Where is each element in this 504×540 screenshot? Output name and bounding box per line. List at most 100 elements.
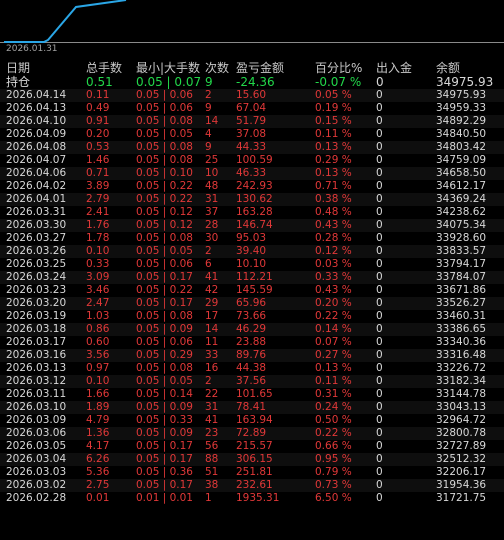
holding-label: 持仓 xyxy=(6,75,31,89)
holding-min-max: 0.05 | 0.07 xyxy=(136,75,202,89)
row-date: 2026.04.02 xyxy=(6,180,67,192)
row-pnl: 112.21 xyxy=(236,271,273,283)
row-min-max-lots: 0.05 | 0.17 xyxy=(136,440,193,452)
row-pnl: 65.96 xyxy=(236,297,267,309)
row-min-max-lots: 0.05 | 0.06 xyxy=(136,89,193,101)
row-min-max-lots: 0.05 | 0.08 xyxy=(136,115,193,127)
table-row: 2026.04.08 0.53 0.05 | 0.08 9 44.33 0.13 % 0 34… xyxy=(0,141,504,154)
row-deposit-withdraw: 0 xyxy=(376,336,383,348)
row-date: 2026.03.03 xyxy=(6,466,67,478)
row-date: 2026.04.08 xyxy=(6,141,67,153)
row-pnl: 95.03 xyxy=(236,232,267,244)
row-pnl: 46.33 xyxy=(236,167,267,179)
row-percent: 0.12 % xyxy=(315,245,352,257)
row-deposit-withdraw: 0 xyxy=(376,193,383,205)
row-total-lots: 0.33 xyxy=(86,258,110,270)
row-pnl: 163.94 xyxy=(236,414,273,426)
row-percent: 0.71 % xyxy=(315,180,352,192)
row-percent: 0.48 % xyxy=(315,206,352,218)
row-pnl: 306.15 xyxy=(236,453,273,465)
row-deposit-withdraw: 0 xyxy=(376,258,383,270)
row-count: 1 xyxy=(205,492,212,504)
holding-lots: 0.51 xyxy=(86,75,113,89)
row-deposit-withdraw: 0 xyxy=(376,297,383,309)
row-pnl: 39.40 xyxy=(236,245,267,257)
row-date: 2026.03.20 xyxy=(6,297,67,309)
row-total-lots: 1.78 xyxy=(86,232,110,244)
table-header: 日期 总手数 最小|大手数 次数 盈亏金额 百分比% 出入金 余额 xyxy=(0,61,504,75)
row-pnl: 130.62 xyxy=(236,193,273,205)
row-percent: 0.29 % xyxy=(315,154,352,166)
row-pnl: 73.66 xyxy=(236,310,267,322)
row-date: 2026.03.11 xyxy=(6,388,67,400)
row-min-max-lots: 0.05 | 0.17 xyxy=(136,479,193,491)
row-count: 9 xyxy=(205,141,212,153)
row-pnl: 46.29 xyxy=(236,323,267,335)
table-row: 2026.04.13 0.49 0.05 | 0.06 9 67.04 0.19 % 0 34… xyxy=(0,102,504,115)
header-date: 日期 xyxy=(6,61,31,75)
row-count: 25 xyxy=(205,154,219,166)
row-min-max-lots: 0.05 | 0.12 xyxy=(136,206,193,218)
row-min-max-lots: 0.05 | 0.22 xyxy=(136,193,193,205)
row-total-lots: 0.10 xyxy=(86,375,110,387)
row-balance: 34658.50 xyxy=(436,167,487,179)
row-total-lots: 0.10 xyxy=(86,245,110,257)
row-min-max-lots: 0.05 | 0.08 xyxy=(136,154,193,166)
row-pnl: 89.76 xyxy=(236,349,267,361)
row-pnl: 37.08 xyxy=(236,128,267,140)
row-pnl: 146.74 xyxy=(236,219,273,231)
row-min-max-lots: 0.05 | 0.05 xyxy=(136,245,193,257)
table-row: 2026.03.20 2.47 0.05 | 0.17 29 65.96 0.20 % 0 3… xyxy=(0,297,504,310)
row-min-max-lots: 0.05 | 0.08 xyxy=(136,310,193,322)
table-row: 2026.03.06 1.36 0.05 | 0.09 23 72.89 0.22 % 0 3… xyxy=(0,427,504,440)
row-date: 2026.04.09 xyxy=(6,128,67,140)
row-total-lots: 1.76 xyxy=(86,219,110,231)
row-count: 38 xyxy=(205,479,219,491)
row-count: 41 xyxy=(205,414,219,426)
row-deposit-withdraw: 0 xyxy=(376,115,383,127)
header-min-max-lots: 最小|大手数 xyxy=(136,61,201,75)
row-min-max-lots: 0.05 | 0.06 xyxy=(136,102,193,114)
row-percent: 0.22 % xyxy=(315,427,352,439)
row-balance: 31954.36 xyxy=(436,479,487,491)
header-balance: 余额 xyxy=(436,61,461,75)
row-deposit-withdraw: 0 xyxy=(376,245,383,257)
row-percent: 0.43 % xyxy=(315,284,352,296)
row-count: 88 xyxy=(205,453,219,465)
table-row: 2026.03.25 0.33 0.05 | 0.06 6 10.10 0.03 % 0 33… xyxy=(0,258,504,271)
row-percent: 0.79 % xyxy=(315,466,352,478)
row-deposit-withdraw: 0 xyxy=(376,206,383,218)
row-percent: 0.13 % xyxy=(315,167,352,179)
row-min-max-lots: 0.05 | 0.22 xyxy=(136,284,193,296)
table-row: 2026.04.07 1.46 0.05 | 0.08 25 100.59 0.29 % 0… xyxy=(0,154,504,167)
row-count: 30 xyxy=(205,232,219,244)
row-balance: 33043.13 xyxy=(436,401,487,413)
row-total-lots: 0.01 xyxy=(86,492,110,504)
row-total-lots: 0.97 xyxy=(86,362,110,374)
daily-rows: 2026.04.14 0.11 0.05 | 0.06 2 15.60 0.05 % 0 34… xyxy=(0,89,504,505)
row-percent: 0.11 % xyxy=(315,375,352,387)
row-min-max-lots: 0.05 | 0.14 xyxy=(136,388,193,400)
header-count: 次数 xyxy=(205,61,230,75)
row-deposit-withdraw: 0 xyxy=(376,362,383,374)
row-balance: 34238.62 xyxy=(436,206,487,218)
row-total-lots: 0.86 xyxy=(86,323,110,335)
row-deposit-withdraw: 0 xyxy=(376,492,383,504)
daily-stats-table: 日期 总手数 最小|大手数 次数 盈亏金额 百分比% 出入金 余额 持仓 0.5… xyxy=(0,61,504,505)
row-min-max-lots: 0.05 | 0.06 xyxy=(136,336,193,348)
row-count: 56 xyxy=(205,440,219,452)
header-percent: 百分比% xyxy=(315,61,363,75)
row-total-lots: 1.36 xyxy=(86,427,110,439)
row-total-lots: 2.41 xyxy=(86,206,110,218)
row-date: 2026.03.24 xyxy=(6,271,67,283)
row-balance: 33182.34 xyxy=(436,375,487,387)
row-balance: 34892.29 xyxy=(436,115,487,127)
row-pnl: 44.38 xyxy=(236,362,267,374)
row-deposit-withdraw: 0 xyxy=(376,479,383,491)
row-count: 37 xyxy=(205,206,219,218)
row-balance: 33460.31 xyxy=(436,310,487,322)
row-pnl: 10.10 xyxy=(236,258,267,270)
row-count: 14 xyxy=(205,323,219,335)
row-count: 28 xyxy=(205,219,219,231)
row-date: 2026.03.05 xyxy=(6,440,67,452)
